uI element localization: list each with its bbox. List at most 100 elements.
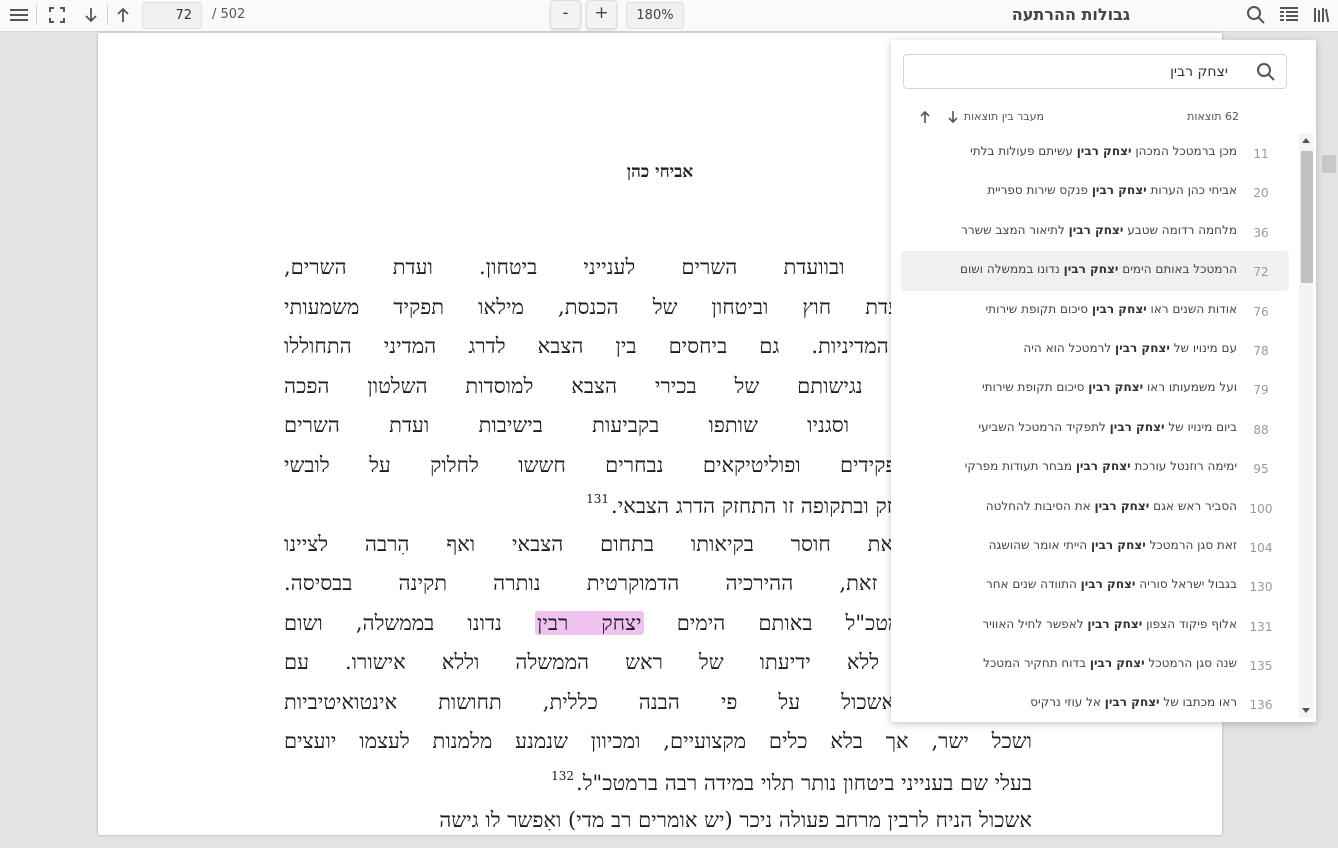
viewer-scrollbar-thumb[interactable] [1322, 155, 1336, 173]
result-page-number: 131 [1249, 619, 1273, 634]
search-icon [1256, 62, 1276, 86]
snippet-match: יצחק רבין [1104, 695, 1160, 710]
zoom-level[interactable]: 180% [626, 2, 684, 29]
snippet-before: שנה סגן הרמטכל [1148, 656, 1238, 671]
search-result-item[interactable]: 136 ראו מכתבו של יצחק רבין אל עוזי נרקיס [901, 684, 1289, 722]
search-result-item[interactable]: 131 אלוף פיקוד הצפון יצחק רבין לאפשר לחיל… [901, 606, 1289, 645]
result-snippet: הסביר ראש אגם יצחק רבין את הסיבות להחלטה [986, 499, 1237, 513]
search-result-item[interactable]: 100 הסביר ראש אגם יצחק רבין את הסיבות להח… [901, 488, 1289, 527]
search-result-item[interactable]: 130 בגבול ישראל סוריה יצחק רבין התוודה שנ… [901, 566, 1289, 605]
snippet-match: יצחק רבין [1091, 183, 1147, 198]
page-text-line: אשכול הניח לרבין מרחב פעולה ניכר (יש אומ… [284, 808, 1032, 848]
toolbar-divider [36, 5, 37, 25]
snippet-after: את הסיבות להחלטה [985, 498, 1091, 513]
line-text: אשכול הניח לרבין מרחב פעולה ניכר (יש אומ… [439, 808, 1032, 832]
snippet-after: לאפשר לחיל האוויר [982, 616, 1084, 631]
snippet-before: מלחמה רדומה שטבע [1127, 222, 1237, 237]
search-result-item[interactable]: 76 אודות השנים ראו יצחק רבין סיכום תקופת … [901, 291, 1289, 330]
result-page-number: 79 [1253, 383, 1269, 398]
result-page-number: 76 [1253, 304, 1269, 319]
search-result-item[interactable]: 79 ועל משמעותו ראו יצחק רבין סיכום תקופת … [901, 369, 1289, 408]
result-page-number: 100 [1249, 501, 1273, 516]
result-snippet: אלוף פיקוד הצפון יצחק רבין לאפשר לחיל הא… [982, 617, 1237, 631]
snippet-after: מבחר תעודות מפרקי [964, 459, 1072, 474]
result-snippet: בגבול ישראל סוריה יצחק רבין התוודה שנים … [986, 577, 1237, 591]
result-page-number: 104 [1249, 540, 1273, 555]
result-snippet: מלחמה רדומה שטבע יצחק רבין לתיאור המצב ש… [961, 223, 1237, 237]
snippet-match: יצחק רבין [1090, 537, 1146, 552]
zoom-in-button[interactable]: + [586, 0, 617, 29]
arrow-up-icon[interactable] [111, 4, 135, 26]
search-query: יצחק רבין [1170, 64, 1228, 80]
snippet-before: הסביר ראש אגם [1153, 498, 1237, 513]
snippet-match: יצחק רבין [1091, 301, 1147, 316]
search-result-item[interactable]: 104 זאת סגן הרמטכל יצחק רבין הייתי אומר ש… [901, 527, 1289, 566]
document-title: גבולות ההרתעה [1011, 5, 1130, 24]
snippet-after: אל עוזי נרקיס [1030, 695, 1101, 710]
search-result-item[interactable]: 36 מלחמה רדומה שטבע יצחק רבין לתיאור המצב… [901, 212, 1289, 251]
page-total: / 502 [212, 7, 246, 22]
snippet-match: יצחק רבין [1080, 577, 1136, 592]
line-text: ושכל ישר, אך בלא כלים מקצועיים, ומכיוון … [284, 729, 1032, 753]
snippet-after: בדוח תחקיר המטכל [983, 656, 1087, 671]
result-snippet: ביום מינויו של יצחק רבין לתפקיד הרמטכל ה… [978, 420, 1237, 434]
result-snippet: ימימה רוזנטל עורכת יצחק רבין מבחר תעודות… [965, 459, 1237, 473]
snippet-after: פנקס שירות ספריית [987, 183, 1088, 198]
snippet-after: לרמטכל הוא היה [1023, 340, 1112, 355]
result-page-number: 135 [1249, 659, 1273, 674]
result-page-number: 95 [1253, 462, 1269, 477]
search-result-item[interactable]: 11 מכן ברמטכל המכהן יצחק רבין עשיתם פעולו… [901, 133, 1289, 172]
toolbar-divider [107, 5, 108, 25]
snippet-before: ועל משמעותו ראו [1146, 380, 1237, 395]
search-result-item[interactable]: 78 עם מינויו של יצחק רבין לרמטכל הוא היה [901, 330, 1289, 369]
previous-result-arrow-up-icon[interactable] [916, 108, 934, 126]
snippet-after: סיכום תקופת שירותי [985, 301, 1089, 316]
library-icon[interactable] [1310, 4, 1334, 26]
zoom-out-button[interactable]: - [550, 0, 581, 29]
fullscreen-icon[interactable] [45, 4, 69, 26]
search-result-item[interactable]: 135 שנה סגן הרמטכל יצחק רבין בדוח תחקיר ה… [901, 645, 1289, 684]
snippet-before: ראו מכתבו של [1163, 695, 1237, 710]
next-result-arrow-down-icon[interactable] [944, 108, 962, 126]
line-text: בעלי שם בענייני ביטחון נותר תלוי במידה ר… [576, 770, 1032, 795]
snippet-match: יצחק רבין [1115, 340, 1170, 355]
result-count: 62 תוצאות [1187, 110, 1239, 123]
snippet-match: יצחק רבין [1094, 498, 1150, 513]
page-number-input[interactable]: 72 [142, 2, 202, 29]
snippet-before: ימימה רוזנטל עורכת [1134, 459, 1237, 474]
search-icon[interactable] [1244, 4, 1268, 26]
snippet-match: יצחק רבין [1109, 419, 1165, 434]
result-snippet: ועל משמעותו ראו יצחק רבין סיכום תקופת שי… [982, 380, 1237, 394]
snippet-before: מכן ברמטכל המכהן [1135, 144, 1237, 158]
snippet-before: הרמטכל באותם הימים [1122, 262, 1237, 277]
snippet-before: אביחי כהן הערות [1150, 183, 1237, 198]
arrow-down-icon[interactable] [79, 4, 103, 26]
results-nav: 62 תוצאות מעבר בין תוצאות [891, 108, 1316, 128]
page-text-line: בעלי שם בענייני ביטחון נותר תלוי במידה ר… [284, 769, 1032, 809]
search-input[interactable]: יצחק רבין [903, 54, 1287, 89]
search-result-item[interactable]: 20 אביחי כהן הערות יצחק רבין פנקס שירות ס… [901, 172, 1289, 211]
snippet-match: יצחק רבין [1075, 459, 1131, 474]
search-highlight: יצחק רבין [535, 610, 644, 635]
result-snippet: הרמטכל באותם הימים יצחק רבין נדונו בממשל… [960, 262, 1237, 276]
snippet-after: סיכום תקופת שירותי [981, 380, 1085, 395]
scroll-up-arrow-icon[interactable] [1302, 138, 1310, 143]
scroll-down-arrow-icon[interactable] [1302, 708, 1310, 713]
results-scrollbar[interactable] [1299, 133, 1313, 718]
search-result-item[interactable]: 72 הרמטכל באותם הימים יצחק רבין נדונו בממ… [901, 251, 1289, 291]
search-panel: יצחק רבין 62 תוצאות מעבר בין תוצאות 11 מכ… [891, 40, 1316, 722]
result-page-number: 88 [1253, 422, 1269, 437]
footnote-marker[interactable]: 131 [586, 492, 609, 506]
result-snippet: אביחי כהן הערות יצחק רבין פנקס שירות ספר… [987, 183, 1237, 197]
snippet-match: יצחק רבין [1088, 380, 1144, 395]
snippet-after: לתיאור המצב ששרר [961, 222, 1065, 237]
search-result-item[interactable]: 95 ימימה רוזנטל עורכת יצחק רבין מבחר תעוד… [901, 448, 1289, 487]
viewer-scrollbar[interactable] [1318, 33, 1338, 835]
result-snippet: מכן ברמטכל המכהן יצחק רבין עשיתם פעולות … [970, 144, 1237, 158]
result-snippet: שנה סגן הרמטכל יצחק רבין בדוח תחקיר המטכ… [983, 656, 1237, 670]
outline-icon[interactable] [1277, 4, 1301, 26]
results-scrollbar-thumb[interactable] [1301, 151, 1313, 283]
search-result-item[interactable]: 88 ביום מינויו של יצחק רבין לתפקיד הרמטכל… [901, 409, 1289, 448]
footnote-marker[interactable]: 132 [551, 769, 574, 783]
menu-icon[interactable] [7, 4, 31, 26]
